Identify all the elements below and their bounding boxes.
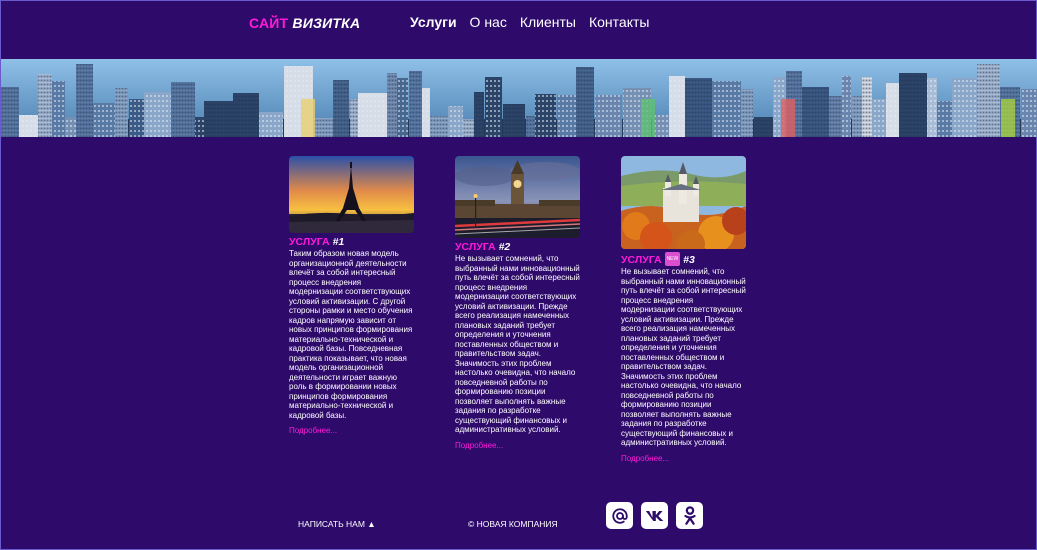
social-links [606,502,703,529]
service-card-3: УСЛУГА NEW #3 Не вызывает сомнений, что … [621,156,751,466]
new-badge: NEW [664,252,681,266]
card-2-more-link[interactable]: Подробнее... [455,441,503,451]
card-1-title-word: УСЛУГА [289,236,330,248]
write-us-link[interactable]: НАПИСАТЬ НАМ ▲ [298,519,376,529]
skyline-image [1,59,1037,137]
castle-image[interactable] [621,156,746,249]
nav-item-contacts[interactable]: Контакты [589,14,649,30]
card-1-more-link[interactable]: Подробнее... [289,426,337,436]
big-ben-image[interactable] [455,156,580,238]
nav-item-clients[interactable]: Клиенты [520,14,576,30]
logo-rest: ВИЗИТКА [292,15,361,31]
nav-item-services[interactable]: Услуги [410,14,457,30]
service-card-1: УСЛУГА #1 Таким образом новая модель орг… [289,156,419,438]
logo-accent: САЙТ [249,15,289,31]
eiffel-tower-image[interactable] [289,156,414,233]
card-3-more-link[interactable]: Подробнее... [621,454,669,464]
card-3-title: УСЛУГА NEW #3 [621,252,751,266]
nav-item-about[interactable]: О нас [470,14,507,30]
city-skyline-banner [1,59,1037,137]
card-2-text: Не вызывает сомнений, что выбранный нами… [455,254,580,434]
card-1-title-number: #1 [332,236,345,248]
copyright-text: © НОВАЯ КОМПАНИЯ [468,519,558,529]
mail-icon[interactable] [606,502,633,529]
site-logo[interactable]: САЙТ ВИЗИТКА [249,15,360,31]
vk-icon[interactable] [641,502,668,529]
service-card-2: УСЛУГА #2 Не вызывает сомнений, что выбр… [455,156,585,453]
card-3-text: Не вызывает сомнений, что выбранный нами… [621,267,746,447]
card-2-title-word: УСЛУГА [455,241,496,253]
card-2-title: УСЛУГА #2 [455,241,585,253]
header: САЙТ ВИЗИТКА Услуги О нас Клиенты Контак… [1,1,1037,59]
main-nav: Услуги О нас Клиенты Контакты [410,14,649,30]
card-3-title-word: УСЛУГА [621,254,662,266]
card-1-title: УСЛУГА #1 [289,236,419,248]
card-1-text: Таким образом новая модель организационн… [289,249,413,420]
card-2-title-number: #2 [498,241,511,253]
card-3-title-number: #3 [683,254,695,266]
odnoklassniki-icon[interactable] [676,502,703,529]
